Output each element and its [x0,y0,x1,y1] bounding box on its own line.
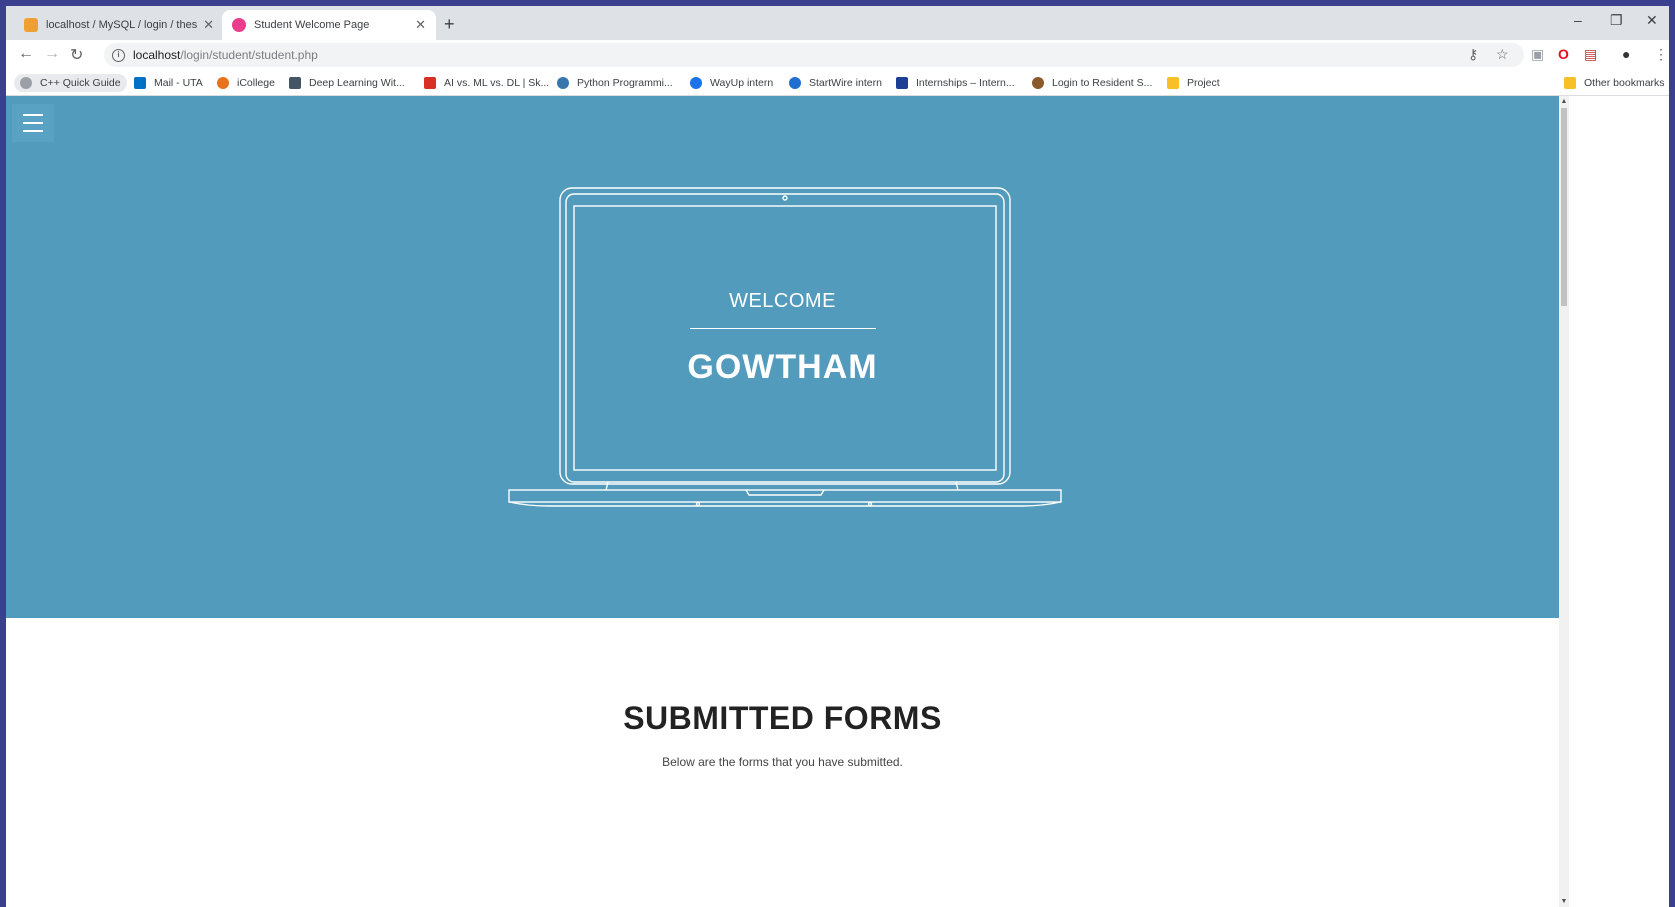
key-icon[interactable]: ⚷ [1468,46,1478,63]
bookmark-label: StartWire intern [809,77,882,89]
back-icon[interactable]: ← [18,45,34,63]
internships-icon [896,77,908,89]
restore-icon[interactable]: ❐ [1610,12,1623,29]
scrollbar[interactable]: ▲ ▼ [1559,96,1569,907]
triangle-icon [424,77,436,89]
laptop-illustration [508,187,1062,507]
bookmark-label: iCollege [237,77,275,89]
folder-icon [1167,77,1179,89]
browser-window: localhost / MySQL / login / thesis ✕ Stu… [6,6,1669,907]
window-close-icon[interactable]: ✕ [1646,12,1658,29]
bookmark-internships[interactable]: Internships – Intern... [896,74,1015,92]
bookmarks-bar: C++ Quick Guide Mail - UTA iCollege Deep… [6,70,1669,96]
tab-title: localhost / MySQL / login / thesis [46,19,198,31]
new-tab-button[interactable]: + [444,14,455,35]
tab-student-welcome[interactable]: Student Welcome Page ✕ [222,10,436,40]
bookmark-ai-ml-dl[interactable]: AI vs. ML vs. DL | Sk... [424,74,549,92]
info-icon[interactable]: i [112,48,125,62]
outlook-icon [134,77,146,89]
toolbar: ← → ↻ i localhost/login/student/student.… [6,40,1669,70]
minimize-icon[interactable]: – [1574,12,1582,28]
forward-icon[interactable]: → [44,45,60,63]
bookmark-label: Other bookmarks [1584,77,1665,89]
menu-bar [23,130,43,132]
opera-icon[interactable]: O [1558,46,1569,62]
bookmark-wayup[interactable]: WayUp intern [690,74,773,92]
bookmark-deep-learning[interactable]: Deep Learning Wit... [289,74,405,92]
divider-line [690,328,876,329]
hamburger-menu-button[interactable] [12,104,54,142]
close-icon[interactable]: ✕ [415,17,426,33]
hero-section: WELCOME GOWTHAM [6,96,1559,618]
menu-bar [23,122,43,124]
scrollbar-thumb[interactable] [1561,108,1567,306]
profile-avatar-icon[interactable]: ● [1622,46,1630,62]
gear-icon [20,77,32,89]
startwire-icon [789,77,801,89]
bookmark-label: Internships – Intern... [916,77,1015,89]
bookmark-python[interactable]: Python Programmi... [557,74,673,92]
icollege-icon [217,77,229,89]
scroll-down-icon[interactable]: ▼ [1559,898,1569,905]
bookmark-label: Login to Resident S... [1052,77,1153,89]
bookmark-resident[interactable]: Login to Resident S... [1032,74,1152,92]
scroll-up-icon[interactable]: ▲ [1559,98,1569,105]
page-content: WELCOME GOWTHAM SUBMITTED FORMS Below ar… [6,96,1559,907]
folder-icon [1564,77,1576,89]
extension-icon[interactable]: ▣ [1531,46,1544,63]
bookmark-label: C++ Quick Guide [40,77,121,89]
menu-bar [23,114,43,116]
bookmark-label: Python Programmi... [577,77,673,89]
bookmark-label: Mail - UTA [154,77,203,89]
bookmark-startwire[interactable]: StartWire intern [789,74,882,92]
bookmark-mail-uta[interactable]: Mail - UTA [134,74,203,92]
url-path: /login/student/student.php [180,48,318,62]
url-host: localhost [133,48,181,62]
reload-icon[interactable]: ↻ [70,45,83,65]
pdf-extension-icon[interactable]: ▤ [1584,46,1597,63]
page-favicon-icon [232,18,246,32]
bookmark-label: WayUp intern [710,77,774,89]
submitted-forms-heading: SUBMITTED FORMS [623,700,942,736]
menu-dots-icon[interactable]: ⋮ [1654,46,1668,63]
tab-title: Student Welcome Page [254,19,370,31]
close-icon[interactable]: ✕ [203,17,214,33]
address-bar[interactable]: i localhost/login/student/student.php [104,43,1524,67]
bookmark-icollege[interactable]: iCollege [217,74,275,92]
book-icon [289,77,301,89]
bookmark-label: Project [1187,77,1220,89]
python-icon [557,77,569,89]
star-icon[interactable]: ☆ [1496,46,1509,63]
phpmyadmin-icon [24,18,38,32]
bookmark-other[interactable]: Other bookmarks [1564,74,1665,92]
bookmark-cpp-quick-guide[interactable]: C++ Quick Guide [14,74,127,92]
submitted-forms-subtitle: Below are the forms that you have submit… [662,755,903,769]
student-name: GOWTHAM [687,348,878,386]
bookmark-project[interactable]: Project [1167,74,1220,92]
tab-phpmyadmin[interactable]: localhost / MySQL / login / thesis ✕ [14,10,224,40]
globe-icon [1032,77,1044,89]
welcome-text: WELCOME [729,290,836,312]
bookmark-label: Deep Learning Wit... [309,77,405,89]
tab-strip: localhost / MySQL / login / thesis ✕ Stu… [6,6,1669,40]
bookmark-label: AI vs. ML vs. DL | Sk... [444,77,550,89]
wayup-icon [690,77,702,89]
